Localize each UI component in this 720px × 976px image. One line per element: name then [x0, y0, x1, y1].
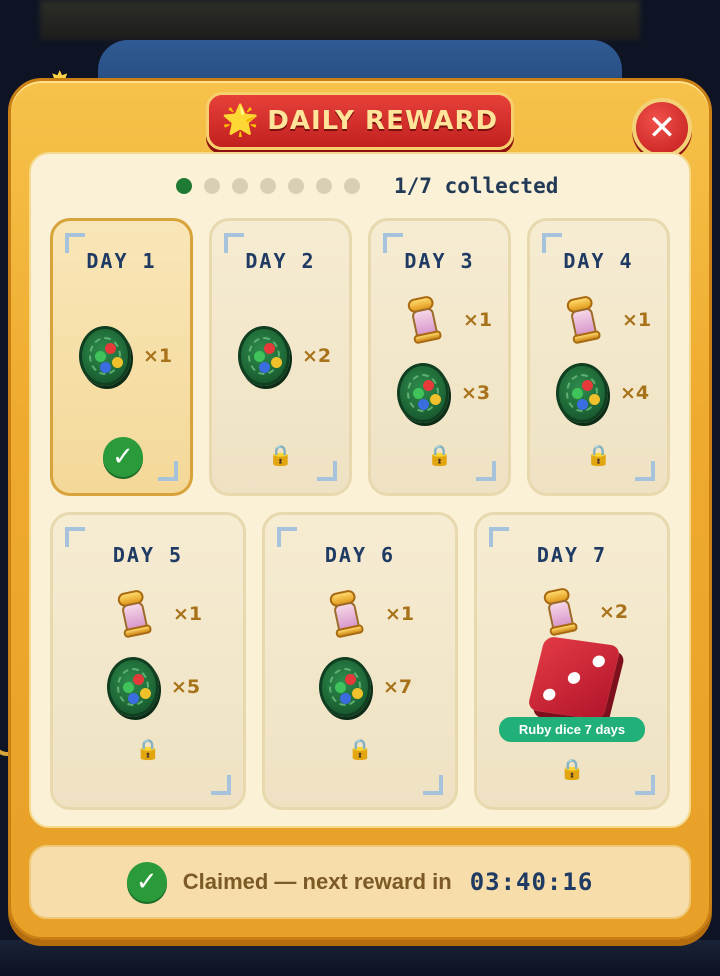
reward-item: ×1 [564, 294, 652, 345]
reward-item: ×5 [107, 657, 200, 717]
reward-item: ×1 [405, 294, 493, 345]
day-label: DAY 7 [536, 543, 608, 567]
day-card-3[interactable]: DAY 3 ×1 ×3 🔒 [368, 218, 511, 496]
background-blur-top [40, 0, 640, 40]
lock-icon: 🔒 [135, 737, 161, 761]
reward-item: ×2 [541, 586, 629, 637]
day-label: DAY 6 [324, 543, 396, 567]
lock-icon: 🔒 [347, 737, 373, 761]
lock-icon: 🔒 [427, 443, 452, 467]
title-banner: 🌟 DAILY REWARD [206, 92, 514, 150]
day-card-5[interactable]: DAY 5 ×1 ×5 🔒 [50, 512, 246, 810]
modal-title: DAILY REWARD [267, 106, 499, 136]
potion-icon [537, 586, 584, 639]
day-card-2[interactable]: DAY 2 ×2 🔒 [209, 218, 352, 496]
reward-quantity: ×1 [143, 345, 173, 367]
day-label: DAY 1 [86, 249, 157, 273]
potion-icon [111, 588, 158, 641]
day-label: DAY 2 [245, 249, 316, 273]
green-coin-icon [107, 657, 159, 717]
progress-dot-5 [288, 178, 304, 194]
day-card-4[interactable]: DAY 4 ×1 ×4 🔒 [527, 218, 670, 496]
close-button[interactable]: ✕ [632, 98, 692, 158]
reward-item: ×4 [556, 363, 649, 423]
day-label: DAY 5 [112, 543, 184, 567]
progress-dot-2 [204, 178, 220, 194]
reward-quantity: ×5 [171, 676, 201, 698]
green-coin-icon [319, 657, 371, 717]
green-coin-icon [79, 326, 131, 386]
star-icon: 🌟 [221, 103, 260, 138]
day-label: DAY 3 [404, 249, 475, 273]
day-card-1[interactable]: DAY 1 ×1 ✓ [50, 218, 193, 496]
reward-quantity: ×3 [461, 382, 491, 404]
reward-quantity: ×1 [463, 309, 493, 331]
progress-dot-3 [232, 178, 248, 194]
reward-item: ×1 [115, 588, 203, 639]
check-icon: ✓ [126, 862, 167, 902]
reward-item: ×7 [319, 657, 412, 717]
corner-decoration [423, 775, 443, 795]
green-coin-icon [238, 326, 290, 386]
progress-text: 1/7 collected [394, 174, 559, 198]
progress-dot-7 [344, 178, 360, 194]
progress-dot-1 [176, 178, 192, 194]
day-card-6[interactable]: DAY 6 ×1 ×7 🔒 [262, 512, 458, 810]
lock-icon: 🔒 [559, 757, 585, 781]
green-coin-icon [397, 363, 449, 423]
reward-quantity: ×4 [620, 382, 650, 404]
reward-item: ×1 [327, 588, 415, 639]
reward-quantity: ×1 [622, 309, 652, 331]
corner-decoration [211, 775, 231, 795]
special-reward-label: Ruby dice 7 days [499, 717, 645, 742]
day-label: DAY 4 [563, 249, 634, 273]
reward-item: ×3 [397, 363, 490, 423]
potion-icon [401, 294, 448, 347]
lock-icon: 🔒 [586, 443, 611, 467]
check-icon: ✓ [103, 437, 143, 477]
green-coin-icon [556, 363, 608, 423]
potion-icon [323, 588, 370, 641]
reward-quantity: ×2 [599, 601, 629, 623]
progress-dot-6 [316, 178, 332, 194]
close-icon: ✕ [647, 108, 677, 148]
progress-dot-4 [260, 178, 276, 194]
potion-icon [560, 294, 607, 347]
corner-decoration [158, 461, 178, 481]
reward-quantity: ×7 [383, 676, 413, 698]
reward-quantity: ×1 [385, 603, 415, 625]
status-text: Claimed — next reward in [182, 869, 452, 894]
reward-quantity: ×2 [302, 345, 332, 367]
reward-item: ×2 [238, 326, 331, 386]
reward-quantity: ×1 [173, 603, 203, 625]
status-footer: ✓ Claimed — next reward in 03:40:16 [29, 845, 691, 919]
countdown-timer: 03:40:16 [469, 868, 594, 896]
background-bottom [0, 940, 720, 976]
progress-indicator: 1/7 collected [176, 172, 558, 200]
reward-item: ×1 [79, 326, 172, 386]
lock-icon: 🔒 [268, 443, 293, 467]
